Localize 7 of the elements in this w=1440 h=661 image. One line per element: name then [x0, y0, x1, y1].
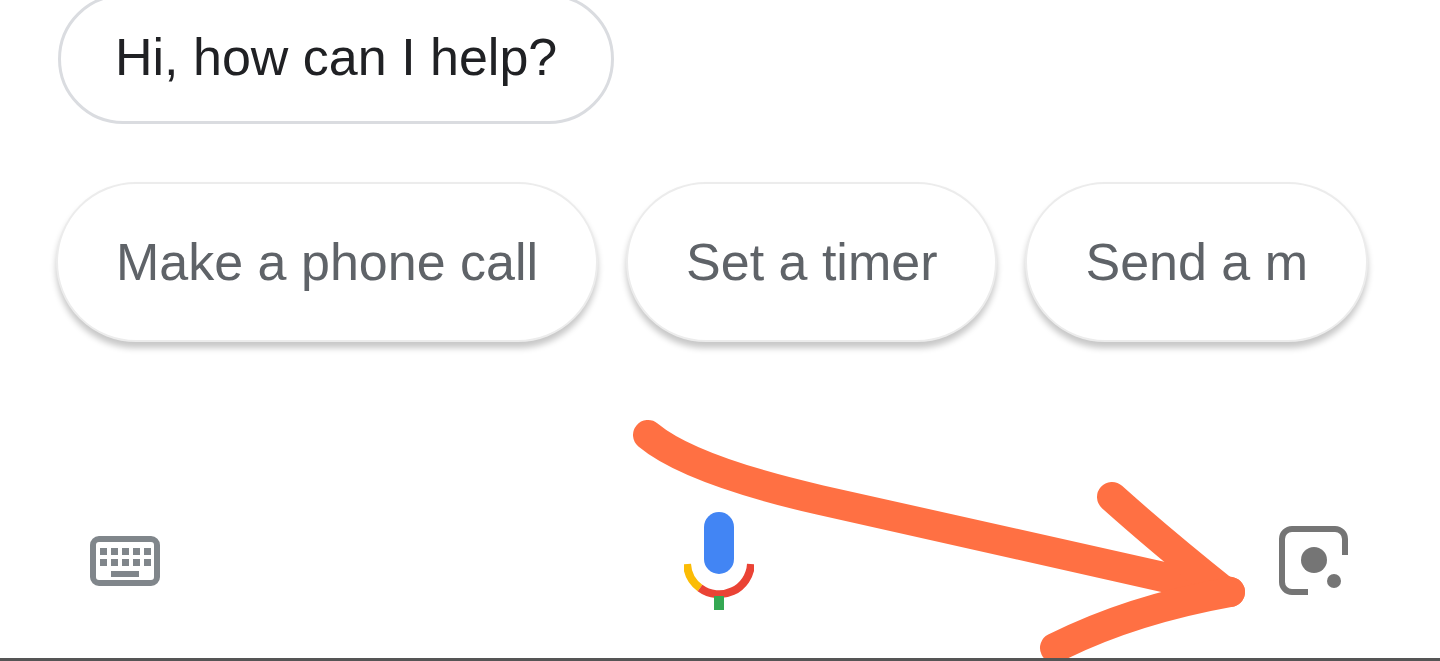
greeting-bubble: Hi, how can I help? — [58, 0, 615, 124]
suggestion-chip[interactable]: Set a timer — [626, 182, 998, 342]
microphone-icon[interactable] — [684, 512, 754, 610]
suggestion-chip[interactable]: Send a m — [1025, 182, 1369, 342]
keyboard-icon[interactable] — [90, 536, 160, 586]
suggestion-chip[interactable]: Make a phone call — [56, 182, 599, 342]
lens-icon[interactable] — [1278, 525, 1350, 597]
